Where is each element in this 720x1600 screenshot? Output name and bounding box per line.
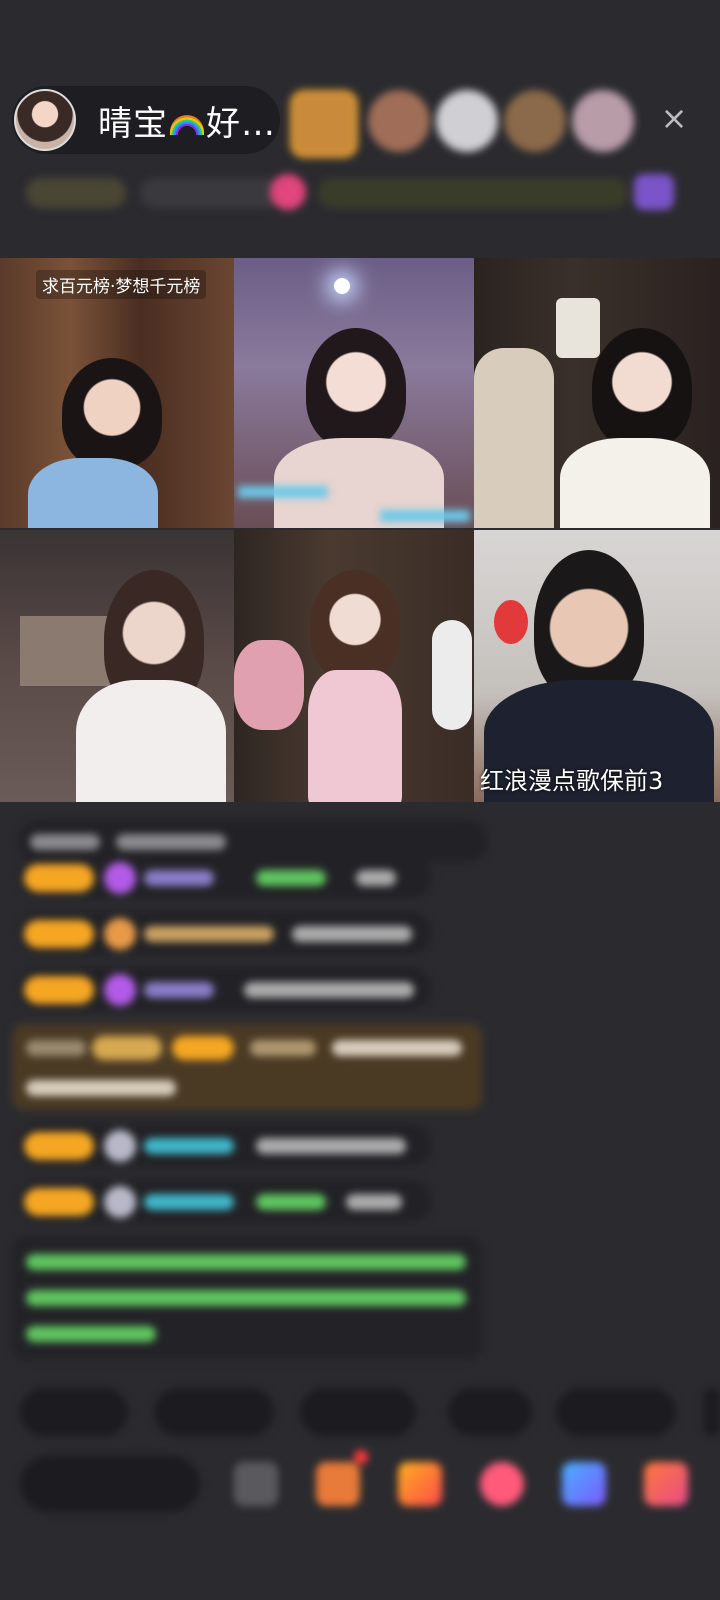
quick-reply-chip[interactable] bbox=[556, 1388, 676, 1436]
emoji-icon[interactable] bbox=[234, 1462, 278, 1506]
highlighted-chat-message[interactable] bbox=[12, 1024, 482, 1110]
tile-title: 求百元榜·梦想千元榜 bbox=[36, 270, 207, 299]
video-tile[interactable] bbox=[474, 258, 720, 528]
bunny-plush bbox=[432, 620, 472, 730]
video-tile[interactable] bbox=[0, 530, 234, 802]
streamer-figure bbox=[534, 550, 644, 700]
quick-reply-chip[interactable] bbox=[704, 1388, 720, 1436]
message-icon[interactable] bbox=[562, 1462, 606, 1506]
quick-reply-chip[interactable] bbox=[154, 1388, 274, 1436]
more-icon[interactable] bbox=[644, 1462, 688, 1506]
chat-message[interactable] bbox=[18, 912, 432, 954]
quick-reply-chip[interactable] bbox=[20, 1388, 128, 1436]
gift-icon[interactable] bbox=[398, 1462, 442, 1506]
quick-reply-chip[interactable] bbox=[448, 1388, 532, 1436]
tile-title: 红浪漫点歌保前3 bbox=[480, 767, 664, 795]
viewer-avatar[interactable] bbox=[504, 90, 566, 152]
video-tile[interactable] bbox=[234, 530, 474, 802]
host-info-pill[interactable]: 晴宝 好… bbox=[12, 86, 280, 154]
room-info-row[interactable] bbox=[18, 170, 698, 216]
streamer-figure bbox=[592, 328, 692, 448]
red-mascot-toy bbox=[494, 600, 528, 644]
streamer-figure bbox=[62, 358, 162, 468]
close-icon[interactable]: × bbox=[656, 100, 692, 136]
gift-box-icon[interactable] bbox=[316, 1462, 360, 1506]
streamer-figure bbox=[306, 328, 406, 448]
chat-message[interactable] bbox=[18, 1180, 432, 1222]
video-tile[interactable]: 求百元榜·梦想千元榜 bbox=[0, 258, 234, 528]
viewer-avatar[interactable] bbox=[572, 90, 634, 152]
chat-input[interactable] bbox=[20, 1456, 200, 1512]
heart-icon[interactable] bbox=[480, 1462, 524, 1506]
quick-reply-chip[interactable] bbox=[300, 1388, 416, 1436]
host-name: 晴宝 好… bbox=[98, 103, 276, 144]
chat-message[interactable] bbox=[18, 1124, 432, 1166]
lamp bbox=[556, 298, 600, 358]
chat-message[interactable] bbox=[18, 856, 432, 898]
host-avatar[interactable] bbox=[14, 89, 76, 151]
streamer-figure bbox=[310, 570, 400, 680]
system-chat-message[interactable] bbox=[12, 1236, 482, 1360]
plush-chair bbox=[474, 348, 554, 528]
rainbow-emoji-icon bbox=[170, 115, 204, 135]
video-grid: 求百元榜·梦想千元榜 红浪漫点歌保前3 bbox=[0, 258, 720, 814]
video-tile[interactable]: 红浪漫点歌保前3 bbox=[474, 530, 720, 802]
viewer-avatar[interactable] bbox=[436, 90, 498, 152]
notification-dot bbox=[354, 1450, 368, 1464]
heart-pillow bbox=[234, 640, 304, 730]
ring-light bbox=[334, 278, 350, 294]
top-viewer-avatar[interactable] bbox=[290, 90, 358, 158]
chat-message[interactable] bbox=[18, 968, 432, 1010]
viewer-avatar[interactable] bbox=[368, 90, 430, 152]
video-tile[interactable] bbox=[234, 258, 474, 528]
